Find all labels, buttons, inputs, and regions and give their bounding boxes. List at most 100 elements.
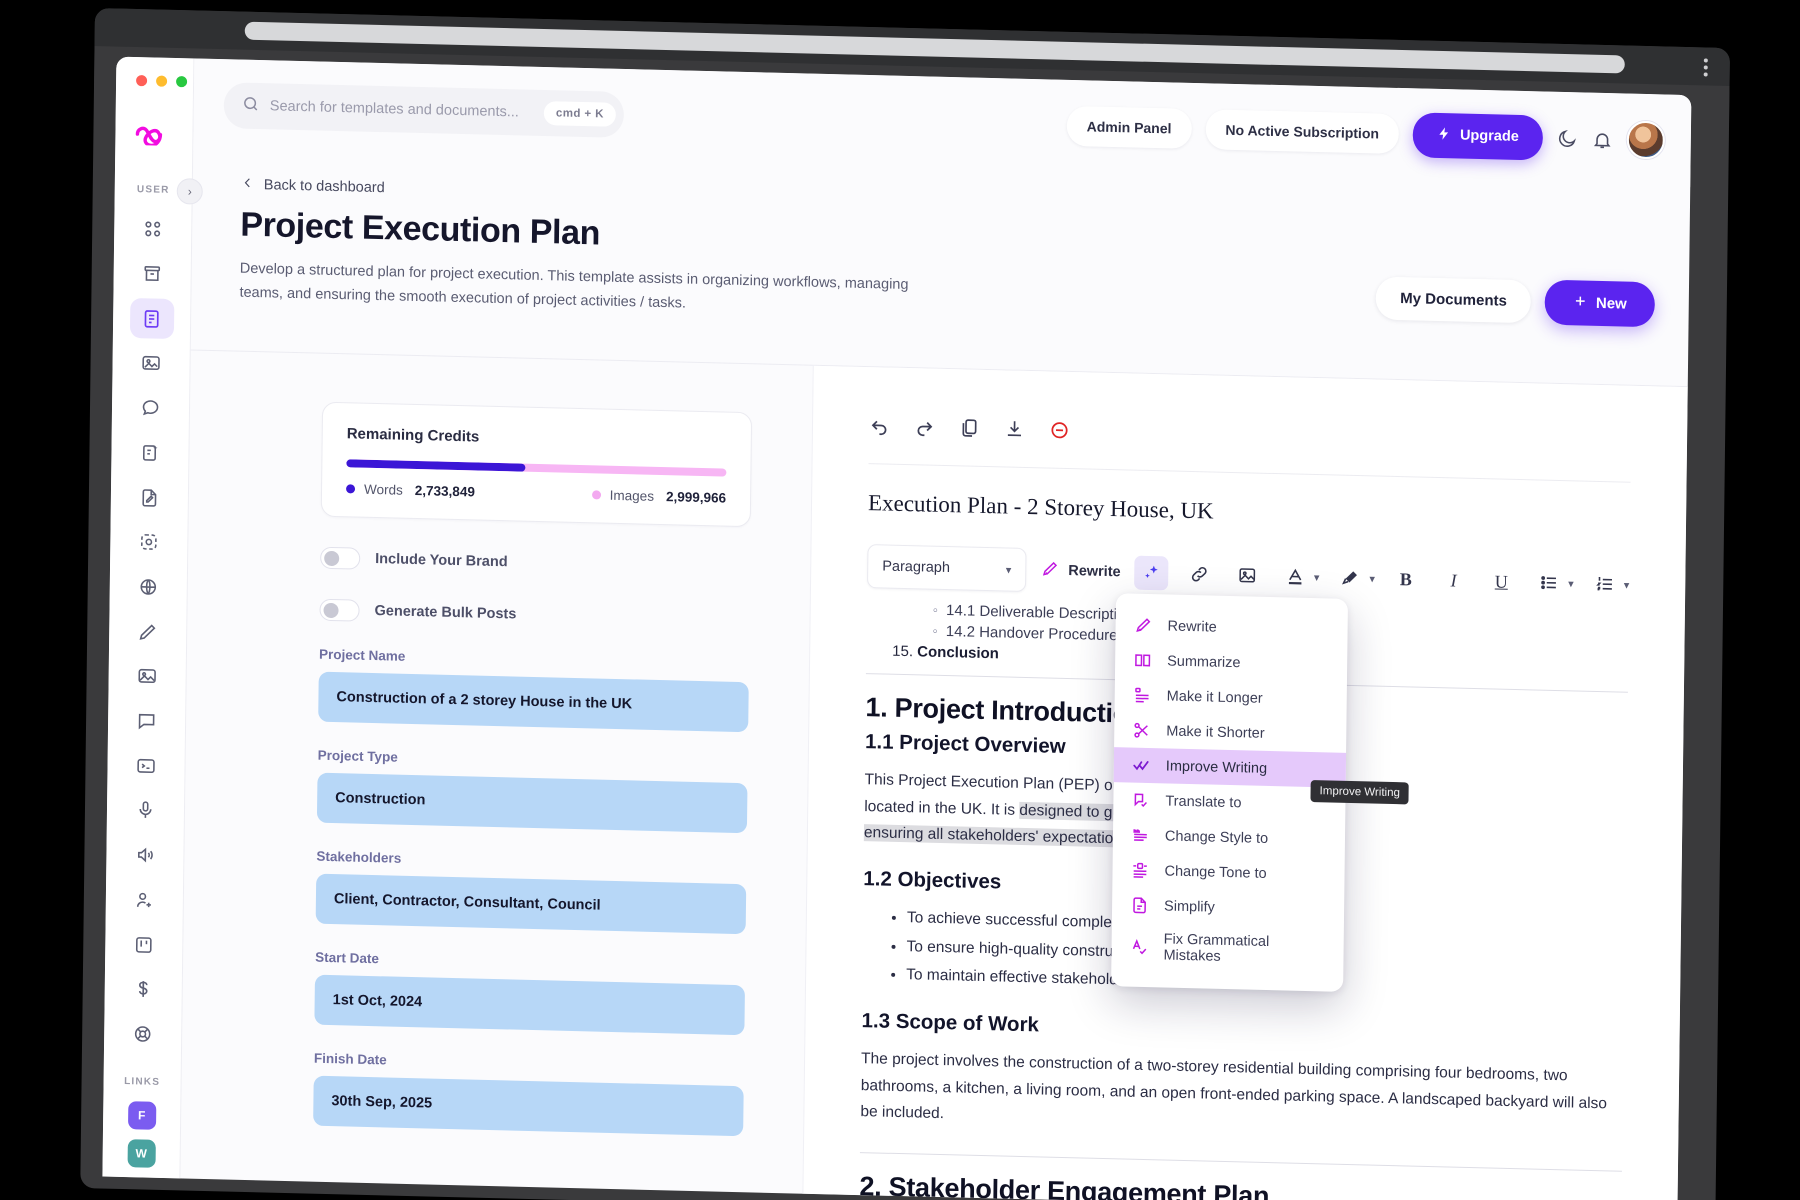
field-label: Project Name: [318, 646, 406, 664]
field-input[interactable]: 1st Oct, 2024: [314, 974, 745, 1036]
words-label: Words: [363, 481, 403, 498]
sidebar-item-archive[interactable]: [130, 254, 174, 295]
sidebar-item-microphone[interactable]: [123, 790, 167, 831]
ai-menu-item-change-style-to[interactable]: Change Style to: [1113, 817, 1345, 858]
remaining-credits-card: Remaining Credits Words 2,733,849 Images…: [320, 401, 753, 528]
new-button[interactable]: New: [1544, 279, 1656, 328]
page-header-actions: My Documents New: [1375, 275, 1656, 328]
images-value: 2,999,966: [665, 489, 727, 506]
toggle-label: Include Your Brand: [375, 551, 508, 571]
sidebar-item-pen[interactable]: [125, 611, 169, 652]
sidebar-item-chat[interactable]: [128, 388, 172, 429]
field-start-date: Start Date 1st Oct, 2024: [314, 950, 755, 1036]
highlight-group[interactable]: ▾: [1333, 561, 1375, 596]
sidebar-item-edit-document[interactable]: [127, 477, 171, 518]
delete-icon[interactable]: [1049, 419, 1070, 446]
ai-menu-item-simplify[interactable]: Simplify: [1112, 887, 1344, 928]
close-button[interactable]: [136, 75, 148, 87]
chevron-down-icon[interactable]: ▾: [1568, 577, 1574, 590]
text-color-group[interactable]: ▾: [1278, 559, 1320, 594]
ai-menu-item-summarize[interactable]: Summarize: [1115, 642, 1347, 683]
search-placeholder: Search for templates and documents...: [269, 98, 519, 121]
toggle-switch[interactable]: [320, 546, 361, 570]
images-dot-icon: [591, 490, 601, 500]
ai-menu-item-rewrite[interactable]: Rewrite: [1115, 607, 1347, 648]
sidebar-item-comment[interactable]: [124, 701, 168, 742]
chevron-right-icon[interactable]: ›: [176, 178, 203, 205]
document-title[interactable]: Execution Plan - 2 Storey House, UK: [868, 490, 1630, 535]
toggle-switch[interactable]: [319, 598, 360, 622]
editor-divider: [868, 463, 1631, 483]
ai-menu-item-change-tone-to[interactable]: Change Tone to: [1112, 852, 1344, 893]
field-input[interactable]: 30th Sep, 2025: [313, 1075, 744, 1137]
app-window: USER LINKS F W › Search for templates an…: [102, 56, 1692, 1200]
ai-sparkle-icon[interactable]: [1134, 555, 1169, 591]
page-subtitle: Develop a structured plan for project ex…: [239, 260, 909, 312]
sidebar-item-add-user[interactable]: [122, 879, 166, 920]
bolt-icon: [1437, 125, 1452, 144]
ai-menu-label: Translate to: [1165, 792, 1242, 811]
copy-icon[interactable]: [959, 417, 980, 444]
ai-menu-label: Rewrite: [1167, 617, 1217, 636]
subscription-status[interactable]: No Active Subscription: [1205, 109, 1400, 154]
minimize-button[interactable]: [156, 75, 168, 87]
ai-menu-item-fix-grammatical-mistakes[interactable]: Fix Grammatical Mistakes: [1111, 922, 1344, 976]
bold-button[interactable]: B: [1389, 562, 1423, 597]
sidebar-item-documents[interactable]: [129, 298, 174, 340]
pen-rewrite-icon: [1040, 559, 1059, 582]
tooltip: Improve Writing: [1310, 780, 1410, 805]
sidebar-item-support[interactable]: [120, 1014, 164, 1055]
underline-button[interactable]: U: [1484, 564, 1518, 599]
sidebar-item-billing[interactable]: [121, 969, 165, 1010]
toggle-generate-bulk-posts[interactable]: Generate Bulk Posts: [319, 598, 759, 632]
maximize-button[interactable]: [176, 76, 188, 88]
my-documents-button[interactable]: My Documents: [1375, 276, 1532, 324]
chevron-down-icon[interactable]: ▾: [1314, 571, 1320, 584]
app-logo[interactable]: [133, 123, 175, 151]
numbered-list-group[interactable]: ▾: [1588, 567, 1630, 602]
chevron-down-icon[interactable]: ▾: [1369, 572, 1375, 585]
ai-menu-item-make-it-shorter[interactable]: Make it Shorter: [1114, 712, 1346, 753]
admin-panel-button[interactable]: Admin Panel: [1066, 105, 1192, 149]
toggle-include-brand[interactable]: Include Your Brand: [320, 546, 760, 580]
upgrade-button[interactable]: Upgrade: [1412, 111, 1544, 161]
highlighter-icon[interactable]: [1333, 561, 1367, 596]
ai-menu-label: Change Tone to: [1164, 862, 1267, 882]
bullet-list-group[interactable]: ▾: [1532, 565, 1574, 600]
field-input[interactable]: Construction of a 2 storey House in the …: [318, 671, 749, 733]
legend-spacer: [485, 492, 582, 494]
field-input[interactable]: Construction: [316, 772, 748, 834]
sidebar-item-board[interactable]: [122, 924, 166, 965]
sidebar-item-scan[interactable]: [127, 522, 171, 563]
undo-icon[interactable]: [869, 415, 890, 442]
sidebar-item-globe[interactable]: [126, 567, 170, 608]
moon-icon[interactable]: [1557, 127, 1578, 149]
bullet-list-icon[interactable]: [1532, 565, 1566, 600]
numbered-list-icon[interactable]: [1588, 567, 1622, 602]
sidebar-item-terminal[interactable]: [124, 745, 168, 786]
text-color-icon[interactable]: [1278, 559, 1312, 594]
field-label: Stakeholders: [316, 848, 402, 866]
avatar[interactable]: [1626, 120, 1666, 160]
paragraph-style-select[interactable]: Paragraph ▾: [866, 544, 1027, 592]
sidebar-item-photo[interactable]: [125, 656, 169, 697]
paragraph-scope-of-work: The project involves the construction of…: [860, 1050, 1608, 1123]
insert-image-icon[interactable]: [1230, 558, 1264, 593]
sidebar-item-ai-document[interactable]: [128, 432, 172, 473]
search-input[interactable]: Search for templates and documents... cm…: [223, 82, 625, 138]
link-icon[interactable]: [1182, 557, 1216, 592]
link-chip-w[interactable]: W: [127, 1139, 156, 1168]
italic-button[interactable]: I: [1437, 563, 1471, 598]
sidebar-item-images[interactable]: [129, 343, 173, 384]
sidebar-item-speaker[interactable]: [123, 835, 167, 876]
field-input[interactable]: Client, Contractor, Consultant, Council: [315, 873, 747, 935]
kebab-menu-icon[interactable]: [1703, 55, 1708, 79]
chevron-down-icon[interactable]: ▾: [1624, 578, 1630, 591]
link-chip-f[interactable]: F: [127, 1101, 156, 1130]
ai-menu-item-make-it-longer[interactable]: Make it Longer: [1115, 677, 1347, 718]
rewrite-button[interactable]: Rewrite: [1040, 559, 1121, 584]
bell-icon[interactable]: [1592, 128, 1613, 150]
download-icon[interactable]: [1004, 418, 1025, 445]
redo-icon[interactable]: [914, 416, 935, 443]
sidebar-item-dashboard[interactable]: [131, 209, 175, 250]
